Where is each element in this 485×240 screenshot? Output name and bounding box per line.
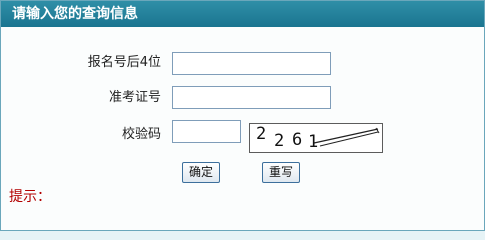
- confirm-button[interactable]: 确定: [182, 162, 221, 183]
- hint-label: 提示：: [9, 189, 51, 205]
- captcha-input[interactable]: [172, 120, 241, 143]
- captcha-label: 校验码: [121, 127, 161, 142]
- query-panel: 请输入您的查询信息 报名号后4位 准考证号 校验码 2261 确定 重写 提示：: [0, 0, 485, 231]
- captcha-image[interactable]: 2261: [249, 123, 383, 153]
- panel-title: 请输入您的查询信息: [12, 6, 138, 22]
- captcha-graphic: 2261: [256, 124, 380, 152]
- reset-button[interactable]: 重写: [262, 162, 301, 183]
- panel-header: 请输入您的查询信息: [1, 1, 484, 27]
- captcha-text: 2261: [256, 124, 318, 152]
- registration-suffix-input[interactable]: [172, 52, 331, 75]
- admission-ticket-input[interactable]: [172, 86, 331, 109]
- admission-ticket-label: 准考证号: [108, 90, 161, 105]
- registration-suffix-label: 报名号后4位: [87, 55, 161, 70]
